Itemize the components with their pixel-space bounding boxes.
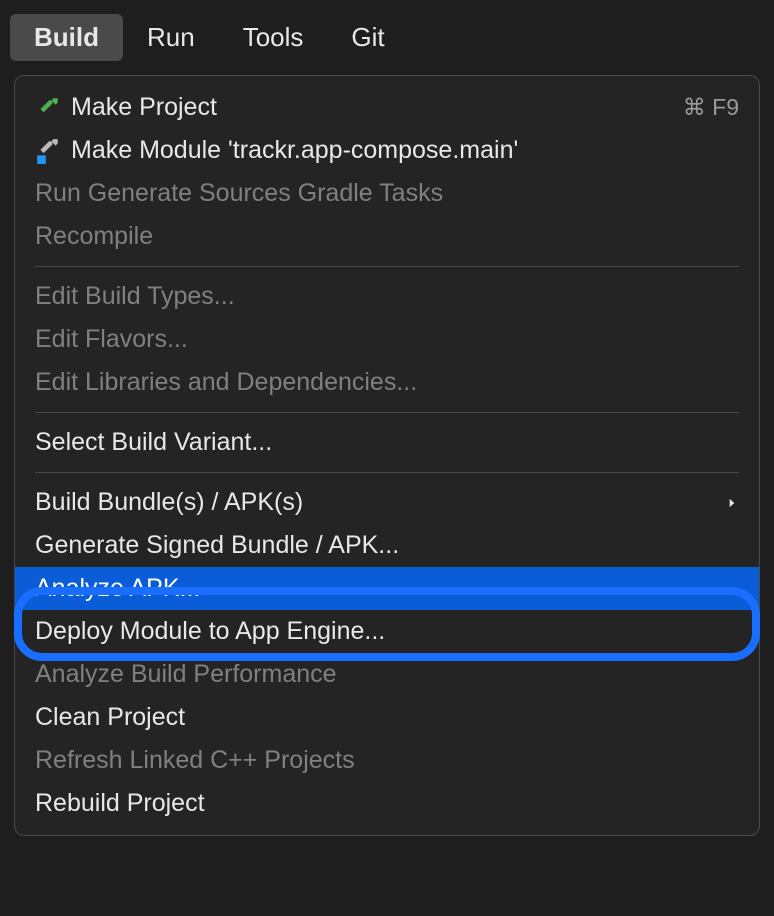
menu-item-clean-project[interactable]: Clean Project: [15, 696, 759, 739]
menu-item-analyze-build-performance: Analyze Build Performance: [15, 653, 759, 696]
menubar-item-run[interactable]: Run: [123, 14, 219, 61]
menu-label: Analyze APK...: [35, 574, 739, 603]
menu-item-recompile: Recompile: [15, 215, 759, 258]
menubar-item-git[interactable]: Git: [327, 14, 408, 61]
menubar-item-build[interactable]: Build: [10, 14, 123, 61]
shortcut-text: ⌘ F9: [683, 94, 739, 121]
menu-item-rebuild-project[interactable]: Rebuild Project: [15, 782, 759, 825]
menu-item-edit-build-types: Edit Build Types...: [15, 275, 759, 318]
menu-label: Rebuild Project: [35, 789, 739, 818]
hammer-icon: [35, 94, 71, 122]
menu-label: Edit Build Types...: [35, 282, 739, 311]
menu-separator: [35, 266, 739, 267]
build-dropdown-menu: Make Project ⌘ F9 Make Module 'trackr.ap…: [14, 75, 760, 836]
menu-label: Edit Libraries and Dependencies...: [35, 368, 739, 397]
menu-item-edit-flavors: Edit Flavors...: [15, 318, 759, 361]
menu-label: Refresh Linked C++ Projects: [35, 746, 739, 775]
menu-label: Clean Project: [35, 703, 739, 732]
hammer-module-icon: [35, 137, 71, 165]
menu-separator: [35, 412, 739, 413]
menu-label: Edit Flavors...: [35, 325, 739, 354]
menubar-item-tools[interactable]: Tools: [219, 14, 328, 61]
menu-item-deploy-module[interactable]: Deploy Module to App Engine...: [15, 610, 759, 653]
menu-label: Recompile: [35, 222, 739, 251]
menu-label: Build Bundle(s) / APK(s): [35, 488, 725, 517]
menu-label: Generate Signed Bundle / APK...: [35, 531, 739, 560]
menu-item-generate-signed[interactable]: Generate Signed Bundle / APK...: [15, 524, 759, 567]
menu-item-select-build-variant[interactable]: Select Build Variant...: [15, 421, 759, 464]
menu-item-analyze-apk[interactable]: Analyze APK...: [15, 567, 759, 610]
menu-item-make-module[interactable]: Make Module 'trackr.app-compose.main': [15, 129, 759, 172]
menu-item-edit-libraries: Edit Libraries and Dependencies...: [15, 361, 759, 404]
menu-label: Deploy Module to App Engine...: [35, 617, 739, 646]
menu-item-build-bundles-apks[interactable]: Build Bundle(s) / APK(s): [15, 481, 759, 524]
menu-separator: [35, 472, 739, 473]
menu-label: Run Generate Sources Gradle Tasks: [35, 179, 739, 208]
menu-item-run-generate-sources: Run Generate Sources Gradle Tasks: [15, 172, 759, 215]
menu-label: Make Module 'trackr.app-compose.main': [71, 136, 739, 165]
menu-label: Make Project: [71, 93, 683, 122]
menu-label: Analyze Build Performance: [35, 660, 739, 689]
chevron-right-icon: [725, 490, 739, 516]
menu-item-refresh-cpp: Refresh Linked C++ Projects: [15, 739, 759, 782]
menu-label: Select Build Variant...: [35, 428, 739, 457]
menubar: Build Run Tools Git: [0, 0, 774, 75]
menu-item-make-project[interactable]: Make Project ⌘ F9: [15, 86, 759, 129]
